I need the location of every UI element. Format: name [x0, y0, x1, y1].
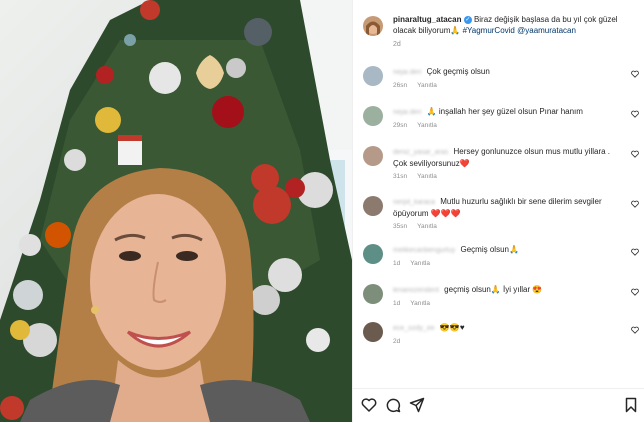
commenter-username[interactable]: nejai.deri: [393, 109, 421, 116]
comment-text: 😎😎♥: [439, 323, 465, 332]
comment-item: ece_ozdy_ee 😎😎♥ 2d: [363, 322, 644, 352]
author-avatar[interactable]: [363, 16, 383, 36]
reply-button[interactable]: Yanıtla: [410, 260, 430, 267]
commenter-username[interactable]: lenanozendent: [393, 287, 439, 294]
commenter-avatar[interactable]: [363, 106, 383, 126]
comment-text: 🙏 inşallah her şey güzel olsun Pınar han…: [426, 107, 583, 116]
like-comment-heart-icon[interactable]: [631, 288, 639, 296]
like-comment-heart-icon[interactable]: [631, 326, 639, 334]
commenter-username[interactable]: nerpil_karaca: [393, 199, 435, 206]
hashtag-link[interactable]: #YagmurCovid: [463, 26, 515, 35]
author-username[interactable]: pinaraltug_atacan: [393, 15, 461, 24]
comment-text: Çok geçmiş olsun: [426, 67, 490, 76]
comment-item: nejai.deri 🙏 inşallah her şey güzel olsu…: [363, 106, 644, 136]
reply-button[interactable]: Yanıtla: [410, 300, 430, 307]
comment-time: 1d: [393, 300, 401, 307]
commenter-avatar[interactable]: [363, 244, 383, 264]
commenter-avatar[interactable]: [363, 284, 383, 304]
commenter-avatar[interactable]: [363, 66, 383, 86]
comment-item: nejai.deri Çok geçmiş olsun 26sn Yanıtla: [363, 66, 644, 96]
commenter-avatar[interactable]: [363, 322, 383, 342]
post-action-bar: [353, 388, 644, 423]
christmas-tree-selfie: [0, 0, 352, 422]
comments-panel: pinaraltug_atacan ✓ Biraz değişik başlas…: [352, 0, 644, 422]
comment-time: 29sn: [393, 122, 408, 129]
comment-text: Geçmiş olsun🙏: [460, 245, 519, 254]
comment-time: 1d: [393, 260, 401, 267]
like-comment-heart-icon[interactable]: [631, 110, 639, 118]
comment-item: nerpil_karaca Mutlu huzurlu sağlıklı bir…: [363, 196, 644, 232]
like-comment-heart-icon[interactable]: [631, 200, 639, 208]
bookmark-icon[interactable]: [623, 397, 639, 413]
comment-time: 26sn: [393, 82, 408, 89]
heart-icon[interactable]: [361, 397, 377, 413]
commenter-username[interactable]: deniz_yasar_aras: [393, 149, 448, 156]
comment-item: lenanozendent geçmiş olsun🙏 İyi yıllar 😍…: [363, 284, 644, 314]
comment-text: geçmiş olsun🙏 İyi yıllar 😍: [444, 285, 543, 294]
reply-button[interactable]: Yanıtla: [417, 173, 437, 180]
like-comment-heart-icon[interactable]: [631, 150, 639, 158]
commenter-avatar[interactable]: [363, 146, 383, 166]
comment-time: 35sn: [393, 223, 408, 230]
reply-button[interactable]: Yanıtla: [417, 122, 437, 129]
comment-item: deniz_yasar_aras Hersey gonlunuzce olsun…: [363, 146, 644, 182]
share-icon[interactable]: [409, 397, 425, 413]
commenter-username[interactable]: nejai.deri: [393, 69, 421, 76]
commenter-username[interactable]: ece_ozdy_ee: [393, 325, 435, 332]
comment-item: melikecanbengurluy Geçmiş olsun🙏 1d Yanıt…: [363, 244, 644, 274]
reply-button[interactable]: Yanıtla: [417, 82, 437, 89]
comment-time: 2d: [393, 338, 401, 345]
commenter-username[interactable]: melikecanbengurluy: [393, 247, 455, 254]
like-comment-heart-icon[interactable]: [631, 248, 639, 256]
comment-time: 31sn: [393, 173, 408, 180]
mention-link[interactable]: @yaamuratacan: [517, 26, 576, 35]
post-photo[interactable]: [0, 0, 352, 422]
reply-button[interactable]: Yanıtla: [417, 223, 437, 230]
comment-icon[interactable]: [385, 397, 401, 413]
like-comment-heart-icon[interactable]: [631, 70, 639, 78]
post-time: 2d: [393, 41, 401, 48]
verified-badge-icon: ✓: [463, 15, 472, 24]
commenter-avatar[interactable]: [363, 196, 383, 216]
